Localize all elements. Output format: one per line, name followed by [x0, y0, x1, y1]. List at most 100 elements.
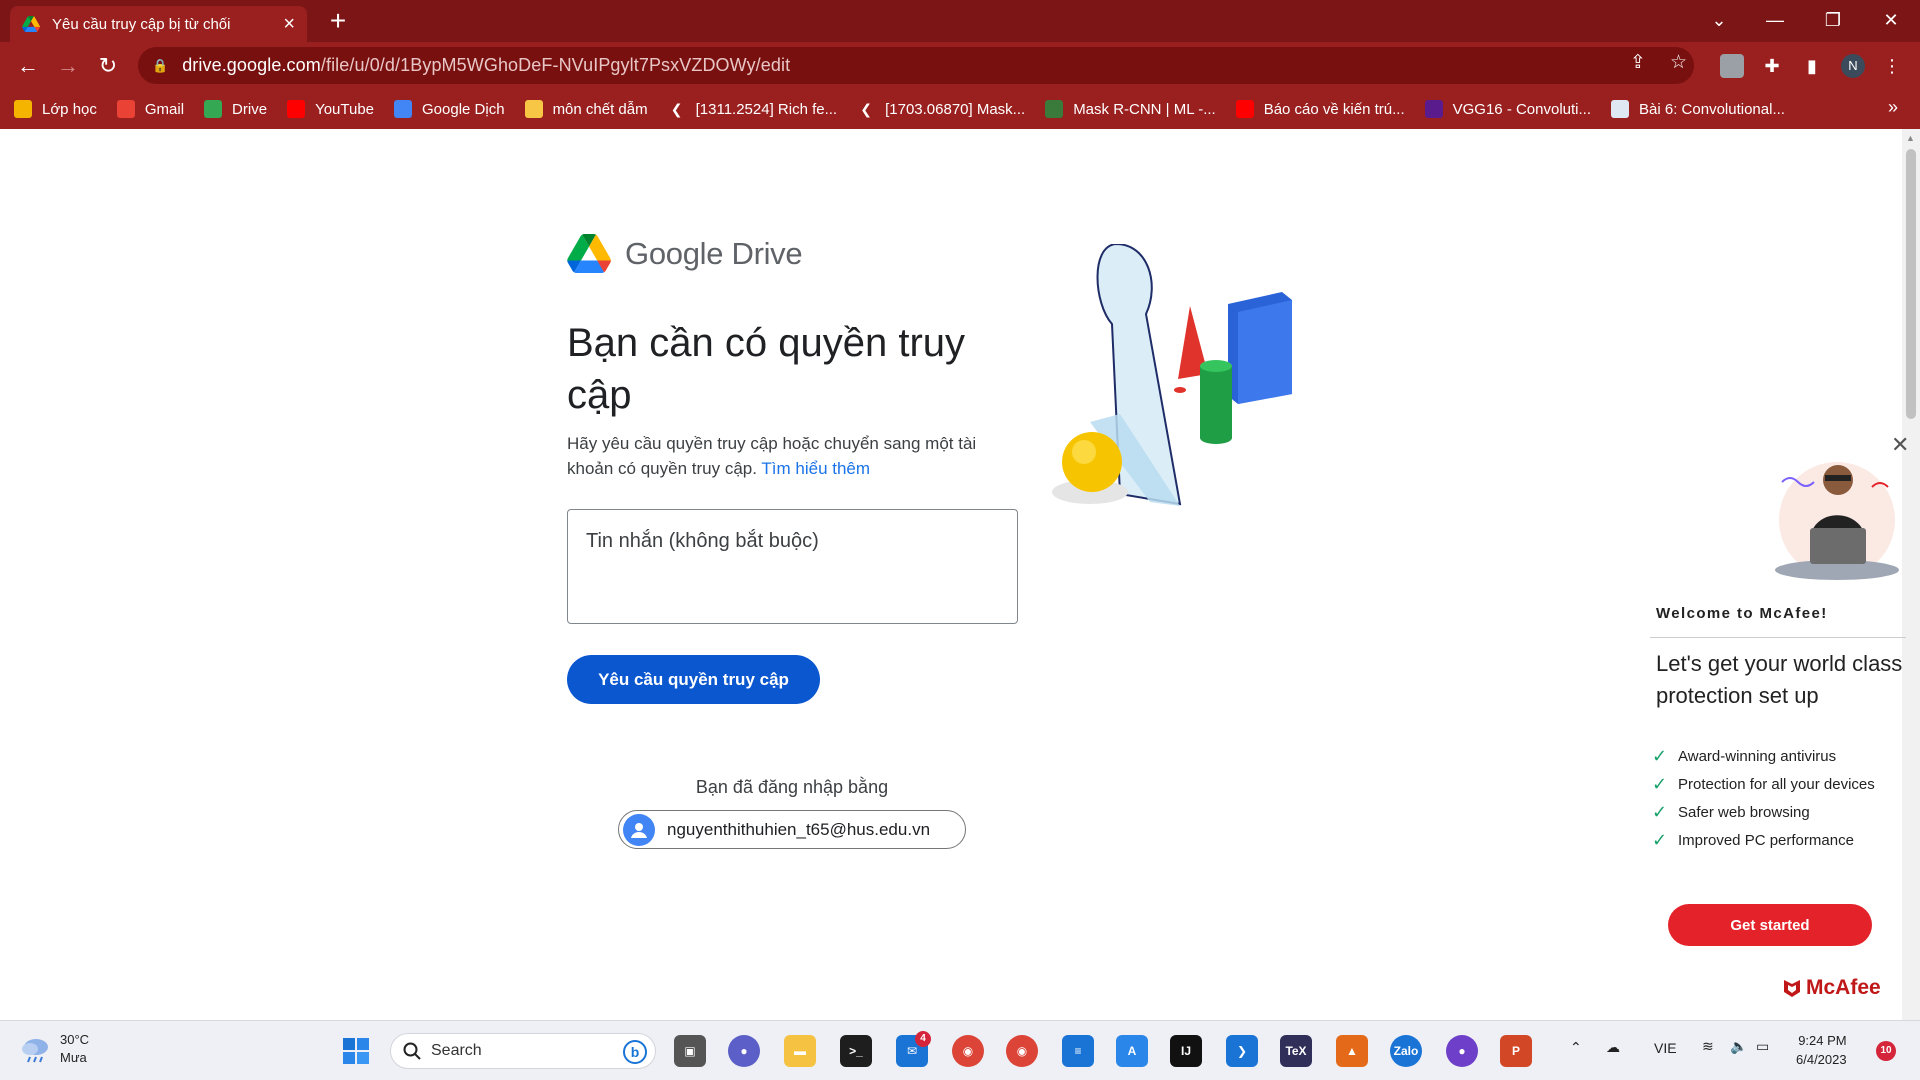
- clock[interactable]: 9:24 PM 6/4/2023: [1796, 1031, 1847, 1069]
- scrollbar-thumb[interactable]: [1906, 149, 1916, 419]
- address-bar[interactable]: 🔒 drive.google.com/file/u/0/d/1BypM5WGho…: [138, 47, 1694, 84]
- clock-time: 9:24 PM: [1798, 1033, 1847, 1048]
- bookmark-item[interactable]: môn chết dẫm: [524, 100, 648, 118]
- extensions-puzzle-icon[interactable]: ✚: [1760, 54, 1784, 78]
- bookmark-label: [1703.06870] Mask...: [885, 100, 1026, 118]
- clock-date: 6/4/2023: [1796, 1052, 1847, 1067]
- bookmark-item[interactable]: Google Dịch: [394, 100, 505, 118]
- input-language[interactable]: VIE: [1654, 1040, 1677, 1056]
- taskbar-search[interactable]: Search b: [390, 1033, 656, 1069]
- tab-active[interactable]: Yêu cầu truy cập bị từ chối ×: [10, 6, 307, 42]
- request-access-button[interactable]: Yêu cầu quyền truy cập: [567, 655, 820, 704]
- side-panel-icon[interactable]: ▮: [1800, 54, 1824, 78]
- site-icon: [1045, 100, 1064, 118]
- mcafee-feature-item: ✓ Safer web browsing: [1652, 798, 1875, 826]
- chrome-icon[interactable]: ◉: [952, 1035, 984, 1067]
- zalo-icon[interactable]: Zalo: [1390, 1035, 1422, 1067]
- reload-button[interactable]: ↻: [92, 50, 124, 82]
- scroll-up-icon[interactable]: ▲: [1906, 133, 1915, 143]
- terminal-icon[interactable]: >_: [840, 1035, 872, 1067]
- mcafee-heading: Let's get your world class protection se…: [1656, 651, 1903, 708]
- bookmark-star-icon[interactable]: ☆: [1670, 51, 1687, 74]
- powerpoint-icon[interactable]: P: [1500, 1035, 1532, 1067]
- learn-more-link[interactable]: Tìm hiểu thêm: [761, 459, 870, 478]
- page-content: ▲ Google Drive Bạn cần có quyền truy cập…: [0, 129, 1920, 1020]
- search-icon: [403, 1042, 421, 1060]
- access-description: Hãy yêu cầu quyền truy cập hoặc chuyển s…: [567, 431, 1027, 481]
- mcafee-feature-label: Protection for all your devices: [1678, 775, 1875, 793]
- bookmark-label: Bài 6: Convolutional...: [1639, 100, 1785, 118]
- bookmark-item[interactable]: Gmail: [116, 100, 184, 118]
- onedrive-icon[interactable]: ☁: [1606, 1039, 1620, 1056]
- url-path: /file/u/0/d/1BypM5WGhoDeF-NVuIPgylt7PsxV…: [320, 55, 791, 75]
- mcafee-feature-label: Improved PC performance: [1678, 831, 1854, 849]
- tray-chevron-icon[interactable]: ⌃: [1570, 1039, 1582, 1056]
- profile-avatar[interactable]: N: [1841, 54, 1865, 78]
- chrome-profile-icon[interactable]: ◉: [1006, 1035, 1038, 1067]
- folder-icon: [524, 100, 543, 118]
- youtube-icon: [287, 100, 306, 118]
- intellij-icon[interactable]: IJ: [1170, 1035, 1202, 1067]
- battery-icon[interactable]: ▭: [1756, 1038, 1769, 1055]
- bookmark-label: Báo cáo về kiến trú...: [1263, 100, 1405, 118]
- tex-icon[interactable]: TeX: [1280, 1035, 1312, 1067]
- new-tab-button[interactable]: +: [322, 6, 354, 38]
- bookmark-item[interactable]: VGG16 - Convoluti...: [1424, 100, 1591, 118]
- mail-badge: 4: [915, 1031, 931, 1047]
- share-icon[interactable]: ⇪: [1630, 51, 1646, 74]
- mcafee-illustration: [1775, 462, 1899, 580]
- mcafee-feature-item: ✓ Improved PC performance: [1652, 826, 1875, 854]
- store-icon[interactable]: A: [1116, 1035, 1148, 1067]
- message-field[interactable]: [567, 509, 1018, 624]
- tab-title: Yêu cầu truy cập bị từ chối: [52, 15, 231, 33]
- tab-search-chevron-icon[interactable]: ⌄: [1696, 4, 1742, 36]
- mcafee-feature-item: ✓ Award-winning antivirus: [1652, 742, 1875, 770]
- teams-chat-icon[interactable]: ●: [728, 1035, 760, 1067]
- gmail-icon: [116, 100, 135, 118]
- tab-close-icon[interactable]: ×: [283, 14, 295, 34]
- lock-icon[interactable]: 🔒: [152, 58, 168, 74]
- vscode-icon[interactable]: ❯: [1226, 1035, 1258, 1067]
- back-button[interactable]: ←: [12, 50, 44, 82]
- bookmark-label: Drive: [232, 100, 268, 118]
- account-chip[interactable]: nguyenthithuhien_t65@hus.edu.vn: [618, 810, 966, 849]
- forward-button[interactable]: →: [52, 50, 84, 82]
- bookmark-label: Lớp học: [42, 100, 97, 118]
- close-window-button[interactable]: ✕: [1868, 4, 1914, 36]
- wifi-icon[interactable]: ≋: [1702, 1038, 1714, 1055]
- bookmarks-overflow-icon[interactable]: »: [1888, 97, 1898, 118]
- mcafee-welcome: Welcome to McAfee!: [1656, 605, 1828, 622]
- weather-condition: Mưa: [60, 1050, 87, 1065]
- bookmark-label: Google Dịch: [422, 100, 505, 118]
- restore-button[interactable]: ❐: [1810, 4, 1856, 36]
- notepad-icon[interactable]: ≡: [1062, 1035, 1094, 1067]
- check-icon: ✓: [1652, 773, 1668, 794]
- weather-temperature: 30°C: [60, 1032, 90, 1047]
- file-explorer-icon[interactable]: ▬: [784, 1035, 816, 1067]
- bookmark-item[interactable]: YouTube: [287, 100, 374, 118]
- task-view-icon[interactable]: ▣: [674, 1035, 706, 1067]
- weather-widget[interactable]: 30°C Mưa: [20, 1031, 89, 1067]
- extension-avatar-icon[interactable]: [1720, 54, 1744, 78]
- tab-strip: Yêu cầu truy cập bị từ chối × + ⌄ — ❐ ✕: [0, 0, 1920, 42]
- menu-kebab-icon[interactable]: ⋮: [1880, 54, 1904, 78]
- minimize-button[interactable]: —: [1752, 4, 1798, 36]
- bing-icon[interactable]: b: [623, 1040, 647, 1064]
- bookmark-item[interactable]: ❮ [1311.2524] Rich fe...: [667, 100, 837, 118]
- mcafee-get-started-button[interactable]: Get started: [1668, 904, 1872, 946]
- bookmark-item[interactable]: Mask R-CNN | ML -...: [1045, 100, 1216, 118]
- bookmark-label: môn chết dẫm: [552, 100, 648, 118]
- bookmark-item[interactable]: Bài 6: Convolutional...: [1611, 100, 1785, 118]
- bookmark-item[interactable]: Báo cáo về kiến trú...: [1235, 100, 1405, 118]
- bookmark-item[interactable]: ❮ [1703.06870] Mask...: [857, 100, 1025, 118]
- bookmark-item[interactable]: Lớp học: [14, 100, 97, 118]
- matlab-icon[interactable]: ▲: [1336, 1035, 1368, 1067]
- github-icon[interactable]: ●: [1446, 1035, 1478, 1067]
- start-button[interactable]: [340, 1035, 372, 1067]
- signed-in-label: Bạn đã đăng nhập bằng: [695, 777, 889, 797]
- bookmark-item[interactable]: Drive: [204, 100, 267, 118]
- browser-toolbar: ← → ↻ 🔒 drive.google.com/file/u/0/d/1Byp…: [0, 42, 1920, 89]
- notification-badge[interactable]: 10: [1876, 1041, 1896, 1061]
- volume-icon[interactable]: 🔈: [1730, 1038, 1747, 1055]
- mcafee-divider: [1650, 637, 1906, 638]
